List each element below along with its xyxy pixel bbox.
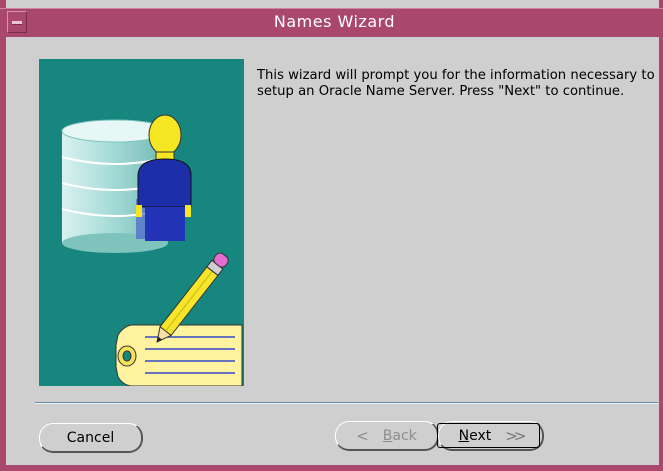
- next-button-label: Next: [458, 427, 492, 444]
- button-separator: [35, 402, 658, 404]
- intro-text: This wizard will prompt you for the info…: [257, 68, 655, 99]
- title-bar[interactable]: Names Wizard: [0, 8, 663, 37]
- next-button[interactable]: Next >>: [437, 421, 544, 451]
- back-button-label: Back: [382, 427, 417, 444]
- back-button[interactable]: < Back: [335, 421, 439, 451]
- database-user-pencil-illustration: [61, 114, 243, 386]
- cancel-button-label: Cancel: [66, 429, 115, 446]
- wizard-window: Names Wizard This wizard will prompt you…: [0, 0, 663, 471]
- window-title: Names Wizard: [273, 12, 396, 31]
- chevron-right-icon: >>: [505, 426, 526, 445]
- chevron-left-icon: <: [356, 426, 368, 445]
- cancel-button[interactable]: Cancel: [39, 423, 143, 453]
- wizard-illustration: [39, 59, 244, 386]
